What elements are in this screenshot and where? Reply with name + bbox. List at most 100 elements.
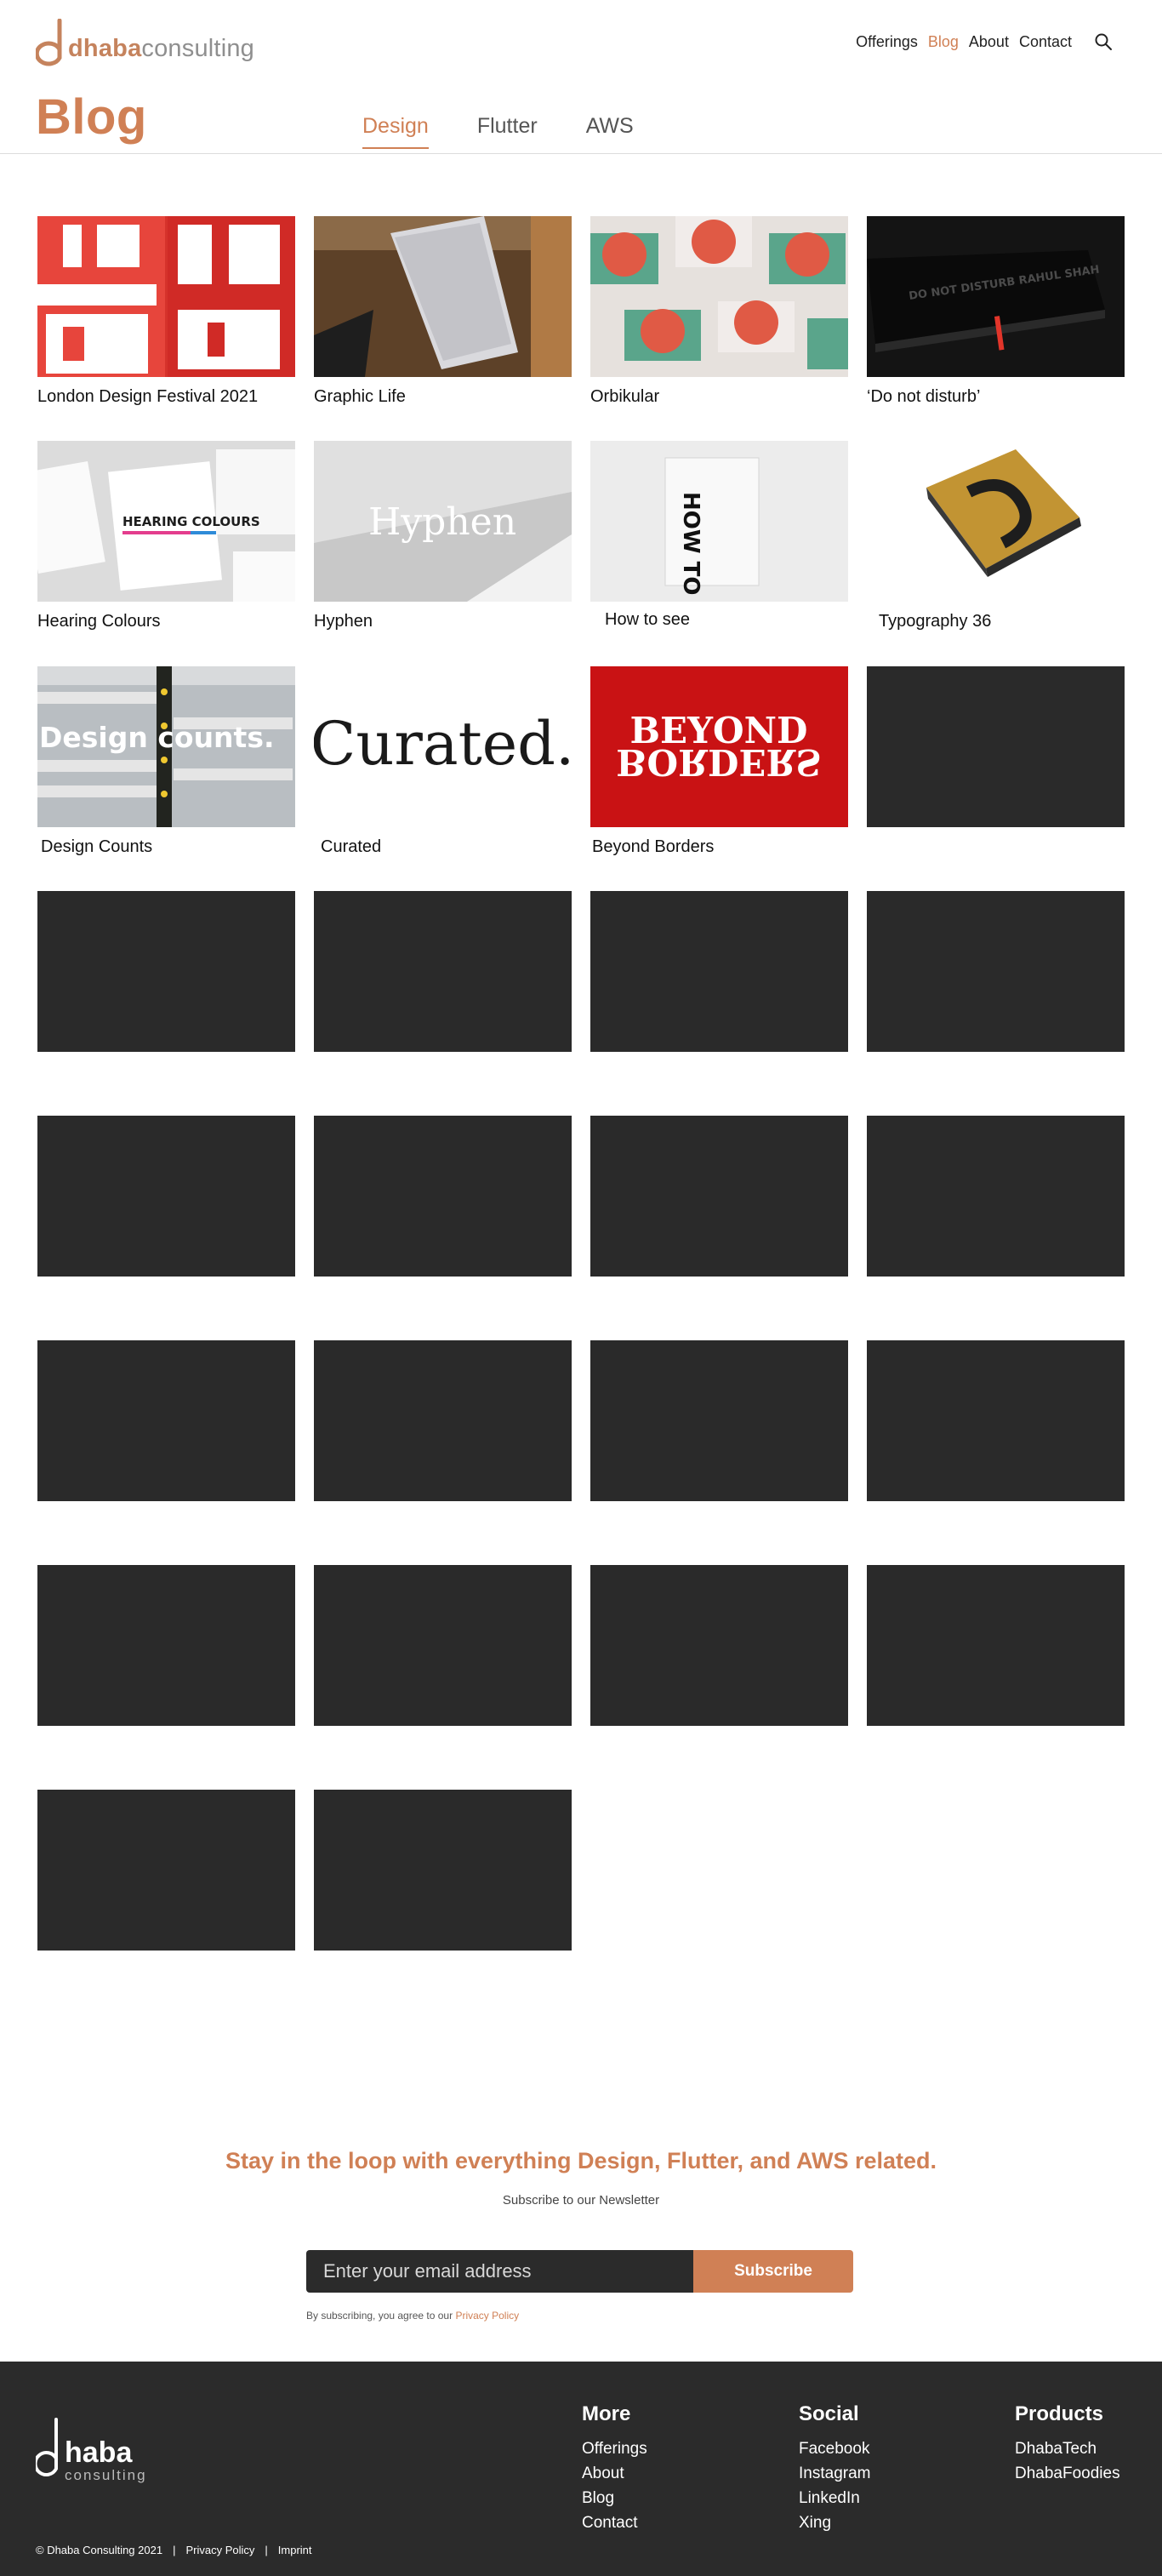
- post-thumbnail: [867, 441, 1125, 602]
- post-thumbnail: [590, 891, 848, 1052]
- search-icon[interactable]: [1094, 32, 1113, 51]
- post-thumbnail: [314, 216, 572, 377]
- hyphen-wordmark: Hyphen: [368, 500, 516, 544]
- privacy-policy-link[interactable]: Privacy Policy: [455, 2310, 519, 2322]
- svg-text:BORDERS: BORDERS: [616, 741, 821, 783]
- post-thumbnail: [37, 1565, 295, 1726]
- logo-d-icon: [36, 19, 62, 66]
- newsletter-subtitle: Subscribe to our Newsletter: [502, 2193, 660, 2208]
- post-thumbnail: [867, 1340, 1125, 1501]
- footer-link-contact[interactable]: Contact: [582, 2510, 647, 2535]
- nav-about[interactable]: About: [969, 33, 1009, 51]
- post-thumbnail: [867, 891, 1125, 1052]
- post-thumbnail: HEARING COLOURS: [37, 441, 295, 602]
- nav-offerings[interactable]: Offerings: [856, 33, 918, 51]
- post-card[interactable]: [867, 1565, 1125, 1736]
- footer-link-linkedin[interactable]: LinkedIn: [799, 2486, 870, 2510]
- post-thumbnail: [314, 1565, 572, 1726]
- footer-link-xing[interactable]: Xing: [799, 2510, 870, 2535]
- post-title: Hyphen: [314, 612, 373, 631]
- tab-design[interactable]: Design: [362, 114, 429, 149]
- post-card[interactable]: HEARING COLOURS Hearing Colours: [37, 441, 295, 631]
- post-thumbnail: [37, 216, 295, 377]
- post-card[interactable]: [314, 1340, 572, 1511]
- typography-36-image: [926, 449, 1081, 577]
- footer-heading: More: [582, 2402, 631, 2425]
- post-card[interactable]: [590, 1565, 848, 1736]
- email-field[interactable]: [306, 2250, 693, 2293]
- post-card[interactable]: [314, 1790, 572, 1961]
- post-card[interactable]: [37, 1116, 295, 1287]
- design-counts-text: Design counts.: [39, 721, 275, 754]
- post-card[interactable]: [867, 1340, 1125, 1511]
- post-title: London Design Festival 2021: [37, 387, 259, 406]
- post-card[interactable]: [314, 1116, 572, 1287]
- post-thumbnail: [37, 891, 295, 1052]
- tab-aws[interactable]: AWS: [586, 114, 634, 149]
- footer-link-offerings[interactable]: Offerings: [582, 2436, 647, 2461]
- brand-name: dhabaconsulting: [68, 35, 254, 62]
- post-card[interactable]: [590, 891, 848, 1062]
- post-card[interactable]: [314, 891, 572, 1062]
- graphic-life-image: [314, 216, 572, 377]
- footer-link-about[interactable]: About: [582, 2461, 647, 2486]
- brand-logo[interactable]: dhabaconsulting: [36, 19, 254, 68]
- footer-link-blog[interactable]: Blog: [582, 2486, 647, 2510]
- post-title: Hearing Colours: [37, 612, 161, 631]
- curated-image: Curated.: [314, 709, 572, 779]
- subscribe-button[interactable]: Subscribe: [693, 2250, 853, 2293]
- post-card[interactable]: DO NOT DISTURB RAHUL SHAH ‘Do not distur…: [867, 216, 1125, 407]
- post-card[interactable]: [37, 1565, 295, 1736]
- post-thumbnail: [37, 1340, 295, 1501]
- newsletter-note: By subscribing, you agree to our Privacy…: [306, 2310, 520, 2322]
- nav-contact[interactable]: Contact: [1019, 33, 1072, 51]
- post-card[interactable]: [314, 1565, 572, 1736]
- footer-bottom-bar: © Dhaba Consulting 2021 | Privacy Policy | I…: [36, 2544, 312, 2556]
- post-card[interactable]: [867, 1116, 1125, 1287]
- post-thumbnail: [590, 1116, 848, 1277]
- post-card[interactable]: HOW TO SEE How to see: [590, 441, 848, 630]
- footer-logo[interactable]: haba consulting: [36, 2416, 147, 2484]
- post-thumbnail: BEYOND BORDERS: [590, 666, 848, 827]
- tab-flutter[interactable]: Flutter: [477, 114, 538, 149]
- footer-link-instagram[interactable]: Instagram: [799, 2461, 870, 2486]
- post-thumbnail: DO NOT DISTURB RAHUL SHAH: [867, 216, 1125, 377]
- post-thumbnail: [314, 891, 572, 1052]
- post-card[interactable]: Curated. Curated: [314, 666, 572, 857]
- footer-link-dhabafoodies[interactable]: DhabaFoodies: [1015, 2461, 1120, 2486]
- post-card[interactable]: [37, 1340, 295, 1511]
- footer-privacy-link[interactable]: Privacy Policy: [185, 2544, 254, 2556]
- post-card[interactable]: [867, 891, 1125, 1062]
- footer-col-social: Social Facebook Instagram LinkedIn Xing: [799, 2402, 870, 2535]
- post-thumbnail: [314, 1790, 572, 1951]
- post-card[interactable]: [37, 1790, 295, 1961]
- post-card[interactable]: Design counts. Design Counts: [37, 666, 295, 857]
- post-card[interactable]: BEYOND BORDERS Beyond Borders: [590, 666, 848, 857]
- post-title: Curated: [321, 837, 382, 856]
- footer-imprint-link[interactable]: Imprint: [278, 2544, 312, 2556]
- post-thumbnail: [37, 1116, 295, 1277]
- footer-link-facebook[interactable]: Facebook: [799, 2436, 870, 2461]
- post-thumbnail: [37, 1790, 295, 1951]
- post-card[interactable]: Graphic Life: [314, 216, 572, 407]
- post-card[interactable]: London Design Festival 2021: [37, 216, 295, 407]
- post-card[interactable]: Typography 36: [867, 441, 1125, 631]
- post-card[interactable]: Orbikular: [590, 216, 848, 407]
- nav-blog[interactable]: Blog: [928, 33, 959, 51]
- post-title: Orbikular: [590, 387, 660, 406]
- footer-link-dhabatech[interactable]: DhabaTech: [1015, 2436, 1120, 2461]
- post-card[interactable]: [867, 666, 1125, 837]
- post-card[interactable]: [590, 1340, 848, 1511]
- post-thumbnail: [867, 1565, 1125, 1726]
- hearing-colours-image: HEARING COLOURS: [37, 441, 295, 602]
- post-thumbnail: Curated.: [314, 666, 572, 827]
- ldf-poster-image: [37, 216, 295, 377]
- hearing-colours-cover-text: HEARING COLOURS: [122, 514, 260, 529]
- category-tabs: Design Flutter AWS: [362, 114, 682, 149]
- post-thumbnail: Hyphen: [314, 441, 572, 602]
- post-thumbnail: [314, 1340, 572, 1501]
- post-card[interactable]: Hyphen Hyphen: [314, 441, 572, 631]
- post-card[interactable]: [590, 1116, 848, 1287]
- post-card[interactable]: [37, 891, 295, 1062]
- post-thumbnail: Design counts.: [37, 666, 295, 827]
